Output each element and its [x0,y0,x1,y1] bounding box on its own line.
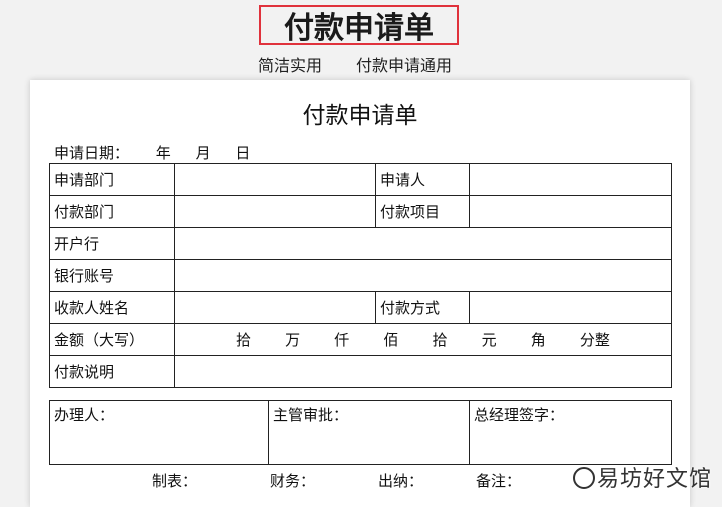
amount-unit: 元 [481,331,497,349]
field-applicant[interactable] [469,163,672,196]
amount-unit: 仟 [334,331,350,349]
amount-unit: 拾 [432,331,448,349]
table-row: 银行账号 [49,259,672,292]
date-label: 申请日期： [54,144,130,162]
label-account: 银行账号 [49,259,175,292]
signature-table: 办理人： 主管审批： 总经理签字： [49,400,672,465]
label-pay-item: 付款项目 [375,195,470,228]
amount-unit: 拾 [236,331,252,349]
field-payee[interactable] [174,291,376,324]
field-pay-item[interactable] [469,195,672,228]
watermark-text: 易坊好文馆 [596,467,712,492]
form-sheet: 付款申请单 申请日期： 年 月 日 申请部门 申请人 付款部门 付款项目 开户行 [30,80,690,507]
field-account[interactable] [174,259,672,292]
table-row: 金额（大写） 拾 万 仟 佰 拾 元 角 分整 [49,323,672,356]
table-row: 申请部门 申请人 [49,163,672,196]
label-dept: 申请部门 [49,163,175,196]
table-row: 开户行 [49,227,672,260]
field-pay-dept[interactable] [174,195,376,228]
date-month: 月 [195,144,211,162]
label-payee: 收款人姓名 [49,291,175,324]
footer-maker: 制表： [152,472,198,490]
label-bank: 开户行 [49,227,175,260]
field-pay-method[interactable] [469,291,672,324]
field-description[interactable] [174,355,672,388]
sign-supervisor[interactable]: 主管审批： [268,400,470,465]
field-amount[interactable]: 拾 万 仟 佰 拾 元 角 分整 [174,323,672,356]
amount-units: 拾 万 仟 佰 拾 元 角 分整 [179,329,667,350]
amount-unit: 分整 [579,331,610,349]
amount-unit: 佰 [383,331,399,349]
table-row: 办理人： 主管审批： 总经理签字： [49,400,672,465]
table-row: 付款说明 [49,355,672,388]
label-description: 付款说明 [49,355,175,388]
label-pay-method: 付款方式 [375,291,470,324]
banner-subtitle-left: 简洁实用 [258,56,323,75]
label-pay-dept: 付款部门 [49,195,175,228]
label-amount: 金额（大写） [49,323,175,356]
label-applicant: 申请人 [375,163,470,196]
date-line: 申请日期： 年 月 日 [54,142,250,163]
date-year: 年 [155,144,171,162]
sign-gm[interactable]: 总经理签字： [469,400,672,465]
footer-remark: 备注： [476,472,522,490]
banner-subtitle-right: 付款申请通用 [356,56,453,75]
sign-handler[interactable]: 办理人： [49,400,269,465]
table-row: 收款人姓名 付款方式 [49,291,672,324]
payment-form-table: 申请部门 申请人 付款部门 付款项目 开户行 银行账号 收款人姓名 付款方式 金… [49,163,672,388]
field-dept[interactable] [174,163,376,196]
table-row: 付款部门 付款项目 [49,195,672,228]
watermark: 易坊好文馆 [572,461,712,493]
amount-unit: 万 [285,331,301,349]
watermark-logo-icon [572,467,595,489]
banner-title: 付款申请单 [259,5,459,46]
form-title: 付款申请单 [302,103,418,129]
field-bank[interactable] [174,227,672,260]
amount-unit: 角 [530,331,546,349]
footer-finance: 财务： [270,472,316,490]
date-day: 日 [235,144,251,162]
footer-cashier: 出纳： [378,472,424,490]
